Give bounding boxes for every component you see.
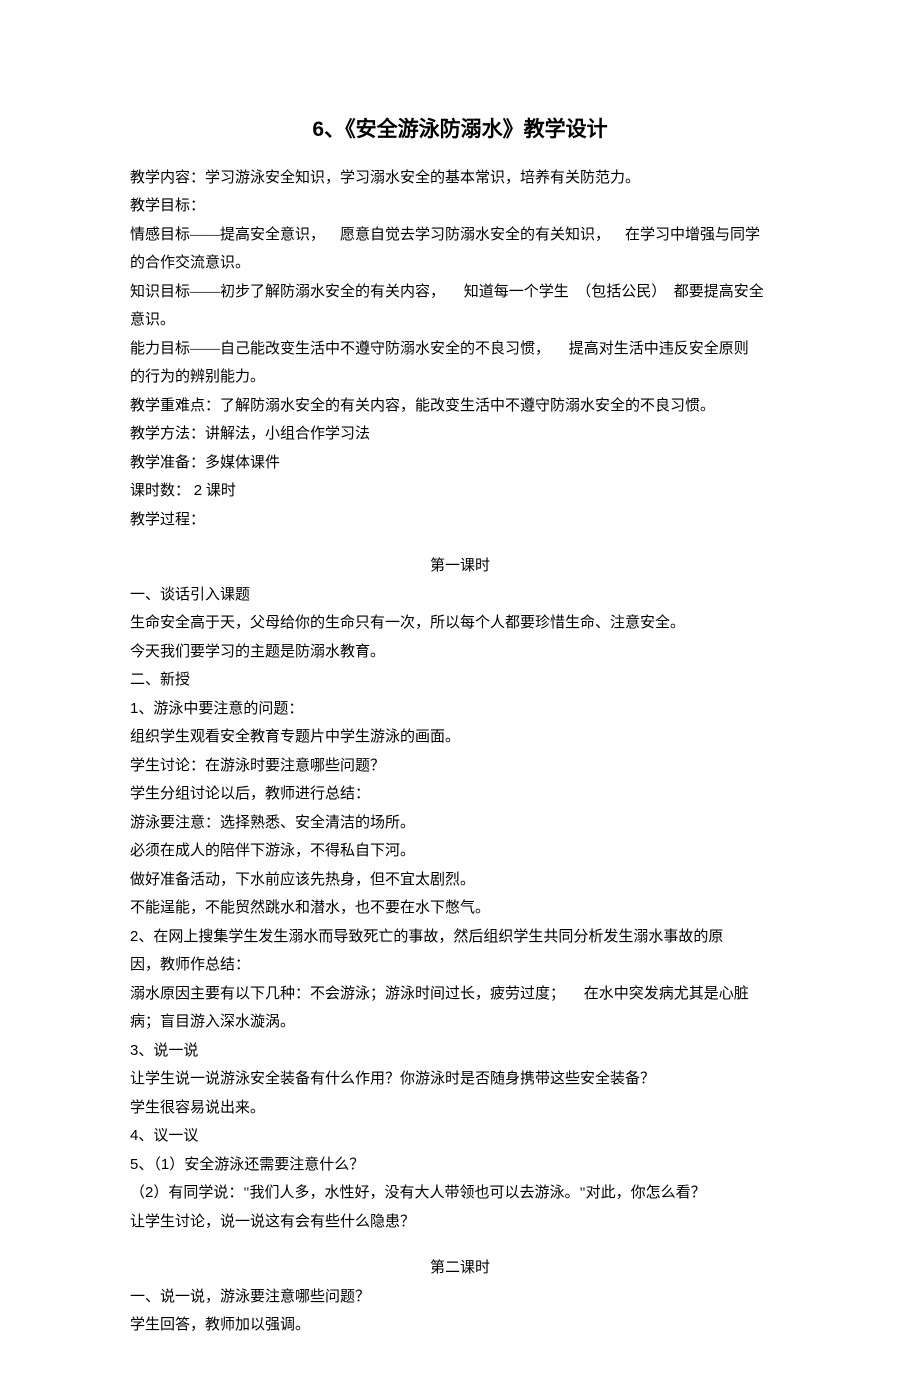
lesson1-point2-line1: 2、在网上搜集学生发生溺水而导致死亡的事故，然后组织学生共同分析发生溺水事故的原 — [130, 923, 790, 952]
title-sep: 、 — [324, 117, 345, 141]
teaching-prep: 教学准备：多媒体课件 — [130, 449, 790, 478]
teaching-method: 教学方法：讲解法，小组合作学习法 — [130, 420, 790, 449]
objective-knowledge-line2: 意识。 — [130, 306, 790, 335]
lesson1-p1-c: 学生分组讨论以后，教师进行总结： — [130, 780, 790, 809]
text: （ — [130, 1185, 145, 1201]
lesson1-point5: 5、（1）安全游泳还需要注意什么？ — [130, 1151, 790, 1180]
text: 知道每一个学生 — [464, 284, 569, 300]
lesson1-s1-line1: 生命安全高于天，父母给你的生命只有一次，所以每个人都要珍惜生命、注意安全。 — [130, 609, 790, 638]
objective-knowledge-line1: 知识目标——初步了解防溺水安全的有关内容， 知道每一个学生 （包括公民） 都要提… — [130, 278, 790, 307]
text: 都要提高安全 — [674, 284, 764, 300]
teaching-periods: 课时数： 2 课时 — [130, 477, 790, 506]
lesson1-p1-a: 组织学生观看安全教育专题片中学生游泳的画面。 — [130, 723, 790, 752]
periods-number: 2 — [194, 482, 202, 499]
text: 、说一说 — [138, 1043, 198, 1059]
text: 课时数： — [130, 483, 190, 499]
lesson2-s1-a: 学生回答，教师加以强调。 — [130, 1311, 790, 1340]
lesson1-p3-b: 学生很容易说出来。 — [130, 1094, 790, 1123]
objectives-header: 教学目标： — [130, 192, 790, 221]
lesson2-section1: 一、说一说，游泳要注意哪些问题？ — [130, 1283, 790, 1312]
lesson1-p2-d: 病；盲目游入深水漩涡。 — [130, 1008, 790, 1037]
text: 愿意自觉去学习防溺水安全的有关知识， — [340, 227, 610, 243]
title-name: 《安全游泳防溺水》教学设计 — [345, 117, 608, 141]
text: 情感目标——提高安全意识， — [130, 227, 325, 243]
teaching-process-header: 教学过程： — [130, 506, 790, 535]
teaching-difficulty: 教学重难点：了解防溺水安全的有关内容，能改变生活中不遵守防溺水安全的不良习惯。 — [130, 392, 790, 421]
lesson1-p2-c: 溺水原因主要有以下几种：不会游泳；游泳时间过长，疲劳过度； 在水中突发病尤其是心… — [130, 980, 790, 1009]
text: 溺水原因主要有以下几种：不会游泳；游泳时间过长，疲劳过度； — [130, 986, 565, 1002]
text: 在学习中增强与同学 — [625, 227, 760, 243]
document-title: 6、《安全游泳防溺水》教学设计 — [130, 110, 790, 150]
objective-emotion-line1: 情感目标——提高安全意识， 愿意自觉去学习防溺水安全的有关知识， 在学习中增强与… — [130, 221, 790, 250]
lesson1-point6: （2）有同学说："我们人多，水性好，没有大人带领也可以去游泳。"对此，你怎么看？ — [130, 1179, 790, 1208]
lesson1-point4: 4、议一议 — [130, 1122, 790, 1151]
text: 课时 — [202, 483, 236, 499]
text: （包括公民） — [576, 284, 666, 300]
lesson1-s1-line2: 今天我们要学习的主题是防溺水教育。 — [130, 638, 790, 667]
objective-ability-line2: 的行为的辨别能力。 — [130, 363, 790, 392]
text: 能力目标——自己能改变生活中不遵守防溺水安全的不良习惯， — [130, 341, 550, 357]
text: ）安全游泳还需要注意什么？ — [169, 1157, 364, 1173]
text: ）有同学说："我们人多，水性好，没有大人带领也可以去游泳。"对此，你怎么看？ — [153, 1185, 705, 1201]
teaching-content: 教学内容：学习游泳安全知识，学习溺水安全的基本常识，培养有关防范力。 — [130, 164, 790, 193]
num: 1 — [161, 1156, 169, 1173]
lesson1-section1: 一、谈话引入课题 — [130, 581, 790, 610]
title-number: 6 — [312, 118, 324, 141]
objective-ability-line1: 能力目标——自己能改变生活中不遵守防溺水安全的不良习惯， 提高对生活中违反安全原… — [130, 335, 790, 364]
lesson1-header: 第一课时 — [130, 552, 790, 581]
lesson1-point2-line2: 因，教师作总结： — [130, 951, 790, 980]
text: 、在网上搜集学生发生溺水而导致死亡的事故，然后组织学生共同分析发生溺水事故的原 — [138, 929, 723, 945]
lesson1-p3-a: 让学生说一说游泳安全装备有什么作用？你游泳时是否随身携带这些安全装备？ — [130, 1065, 790, 1094]
objective-emotion-line2: 的合作交流意识。 — [130, 249, 790, 278]
lesson1-p1-f: 做好准备活动，下水前应该先热身，但不宜太剧烈。 — [130, 866, 790, 895]
lesson1-point1: 1、游泳中要注意的问题： — [130, 695, 790, 724]
text: 、议一议 — [138, 1128, 198, 1144]
lesson1-p1-d: 游泳要注意：选择熟悉、安全清洁的场所。 — [130, 809, 790, 838]
lesson1-point3: 3、说一说 — [130, 1037, 790, 1066]
lesson1-p1-b: 学生讨论：在游泳时要注意哪些问题？ — [130, 752, 790, 781]
text: 提高对生活中违反安全原则 — [569, 341, 749, 357]
lesson1-p6-c: 让学生讨论，说一说这有会有些什么隐患？ — [130, 1208, 790, 1237]
document-page: 6、《安全游泳防溺水》教学设计 教学内容：学习游泳安全知识，学习溺水安全的基本常… — [0, 0, 920, 1400]
lesson1-section2: 二、新授 — [130, 666, 790, 695]
text: 、（ — [138, 1157, 161, 1173]
text: 、游泳中要注意的问题： — [138, 701, 303, 717]
lesson1-p1-e: 必须在成人的陪伴下游泳，不得私自下河。 — [130, 837, 790, 866]
lesson1-p1-g: 不能逞能，不能贸然跳水和潜水，也不要在水下憋气。 — [130, 894, 790, 923]
text: 在水中突发病尤其是心脏 — [584, 986, 749, 1002]
lesson2-header: 第二课时 — [130, 1254, 790, 1283]
text: 知识目标——初步了解防溺水安全的有关内容， — [130, 284, 445, 300]
